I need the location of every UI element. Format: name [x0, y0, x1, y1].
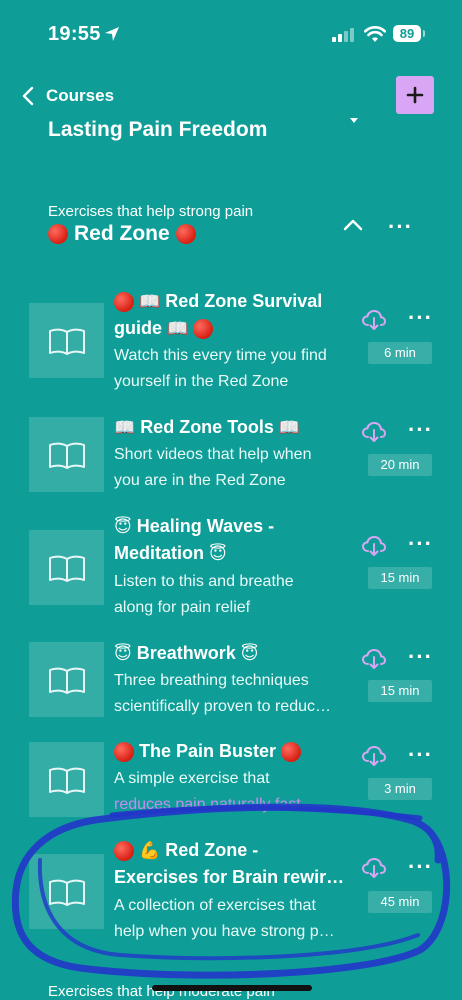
- section-title: Red Zone: [48, 222, 196, 246]
- more-options-button[interactable]: ···: [408, 417, 433, 443]
- course-title[interactable]: Lasting Pain Freedom: [48, 118, 267, 142]
- halo-face-emoji: 😇: [240, 644, 259, 663]
- more-options-button[interactable]: ···: [408, 644, 433, 670]
- lesson-description: Three breathing techniques scientificall…: [114, 672, 331, 715]
- book-icon: [48, 767, 85, 794]
- lesson-item[interactable]: 📖 Red Zone Tools 📖 Short videos that hel…: [0, 410, 462, 510]
- red-circle-emoji: [281, 742, 302, 763]
- lesson-thumbnail: [29, 530, 104, 605]
- book-emoji: 📖: [139, 292, 161, 311]
- chevron-up-icon[interactable]: [343, 218, 363, 232]
- lesson-description: Watch this every time you find yourself …: [114, 347, 327, 390]
- lesson-description: A simple exercise that reduces pain natu…: [114, 766, 354, 818]
- lesson-item[interactable]: 💪 Red Zone - Exercises for Brain rewir… …: [0, 834, 462, 954]
- book-icon: [48, 879, 85, 906]
- red-circle-emoji: [48, 224, 68, 244]
- book-icon: [48, 667, 85, 694]
- book-icon: [48, 555, 85, 582]
- red-circle-emoji: [114, 841, 134, 862]
- lesson-item[interactable]: 😇 Healing Waves - Meditation 😇 Listen to…: [0, 510, 462, 625]
- halo-face-emoji: 😇: [114, 517, 132, 536]
- lesson-item[interactable]: The Pain Buster A simple exercise that r…: [0, 736, 462, 836]
- red-circle-emoji: [114, 292, 134, 313]
- chevron-left-icon: [22, 86, 34, 106]
- lesson-title: 💪 Red Zone - Exercises for Brain rewir…: [114, 840, 345, 887]
- wifi-icon: [364, 26, 386, 42]
- lesson-description: Short videos that help when you are in t…: [114, 446, 312, 489]
- download-icon[interactable]: [361, 647, 387, 671]
- duration-badge: 15 min: [368, 680, 432, 702]
- status-bar: 19:55 89: [0, 0, 462, 70]
- lesson-description: A collection of exercises that help when…: [114, 897, 335, 940]
- lesson-thumbnail: [29, 742, 104, 817]
- duration-badge: 3 min: [368, 778, 432, 800]
- lesson-title: 📖 Red Zone Survival guide 📖: [114, 291, 323, 340]
- book-emoji: 📖: [167, 319, 189, 338]
- lesson-title: 📖 Red Zone Tools 📖: [114, 417, 301, 437]
- red-circle-emoji: [114, 742, 134, 763]
- download-icon[interactable]: [361, 308, 387, 332]
- lesson-thumbnail: [29, 303, 104, 378]
- flexed-biceps-emoji: 💪: [139, 841, 161, 860]
- book-emoji: 📖: [278, 418, 301, 437]
- plus-icon: [406, 86, 424, 104]
- lesson-thumbnail: [29, 854, 104, 929]
- more-options-button[interactable]: ···: [408, 742, 433, 768]
- download-icon[interactable]: [361, 856, 387, 880]
- more-options-button[interactable]: ···: [408, 531, 433, 557]
- red-circle-emoji: [175, 224, 196, 244]
- red-circle-emoji: [193, 319, 214, 340]
- duration-badge: 20 min: [368, 454, 432, 476]
- cellular-signal-icon: [332, 28, 354, 42]
- caret-down-icon[interactable]: [350, 118, 358, 124]
- section-title-text: Red Zone: [74, 222, 170, 245]
- status-time: 19:55: [48, 23, 101, 45]
- battery-indicator: 89: [393, 25, 421, 42]
- download-icon[interactable]: [361, 420, 387, 444]
- lesson-description: Listen to this and breathe along for pai…: [114, 573, 294, 616]
- halo-face-emoji: 😇: [209, 544, 227, 563]
- halo-face-emoji: 😇: [114, 644, 132, 663]
- section-more-button[interactable]: ···: [388, 214, 413, 240]
- more-options-button[interactable]: ···: [408, 305, 433, 331]
- lesson-title: The Pain Buster: [114, 738, 354, 765]
- download-icon[interactable]: [361, 744, 387, 768]
- more-options-button[interactable]: ···: [408, 854, 433, 880]
- lesson-item[interactable]: 😇 Breathwork 😇 Three breathing technique…: [0, 637, 462, 737]
- home-indicator[interactable]: [152, 985, 312, 991]
- lesson-item[interactable]: 📖 Red Zone Survival guide 📖 Watch this e…: [0, 283, 462, 398]
- lesson-title: 😇 Healing Waves - Meditation 😇: [114, 516, 275, 563]
- battery-tip: [423, 30, 425, 37]
- add-button[interactable]: [396, 76, 434, 114]
- book-icon: [48, 328, 85, 355]
- duration-badge: 45 min: [368, 891, 432, 913]
- location-arrow-icon: [105, 27, 119, 41]
- duration-badge: 15 min: [368, 567, 432, 589]
- back-label: Courses: [46, 86, 115, 105]
- download-icon[interactable]: [361, 534, 387, 558]
- lesson-thumbnail: [29, 417, 104, 492]
- book-icon: [48, 442, 85, 469]
- lesson-thumbnail: [29, 642, 104, 717]
- back-button[interactable]: Courses: [22, 85, 114, 107]
- highlighted-text: reduces pain naturally fast: [114, 796, 301, 813]
- book-emoji: 📖: [114, 418, 136, 437]
- duration-badge: 6 min: [368, 342, 432, 364]
- lesson-title: 😇 Breathwork 😇: [114, 643, 259, 663]
- section-subtitle: Exercises that help strong pain: [48, 203, 254, 220]
